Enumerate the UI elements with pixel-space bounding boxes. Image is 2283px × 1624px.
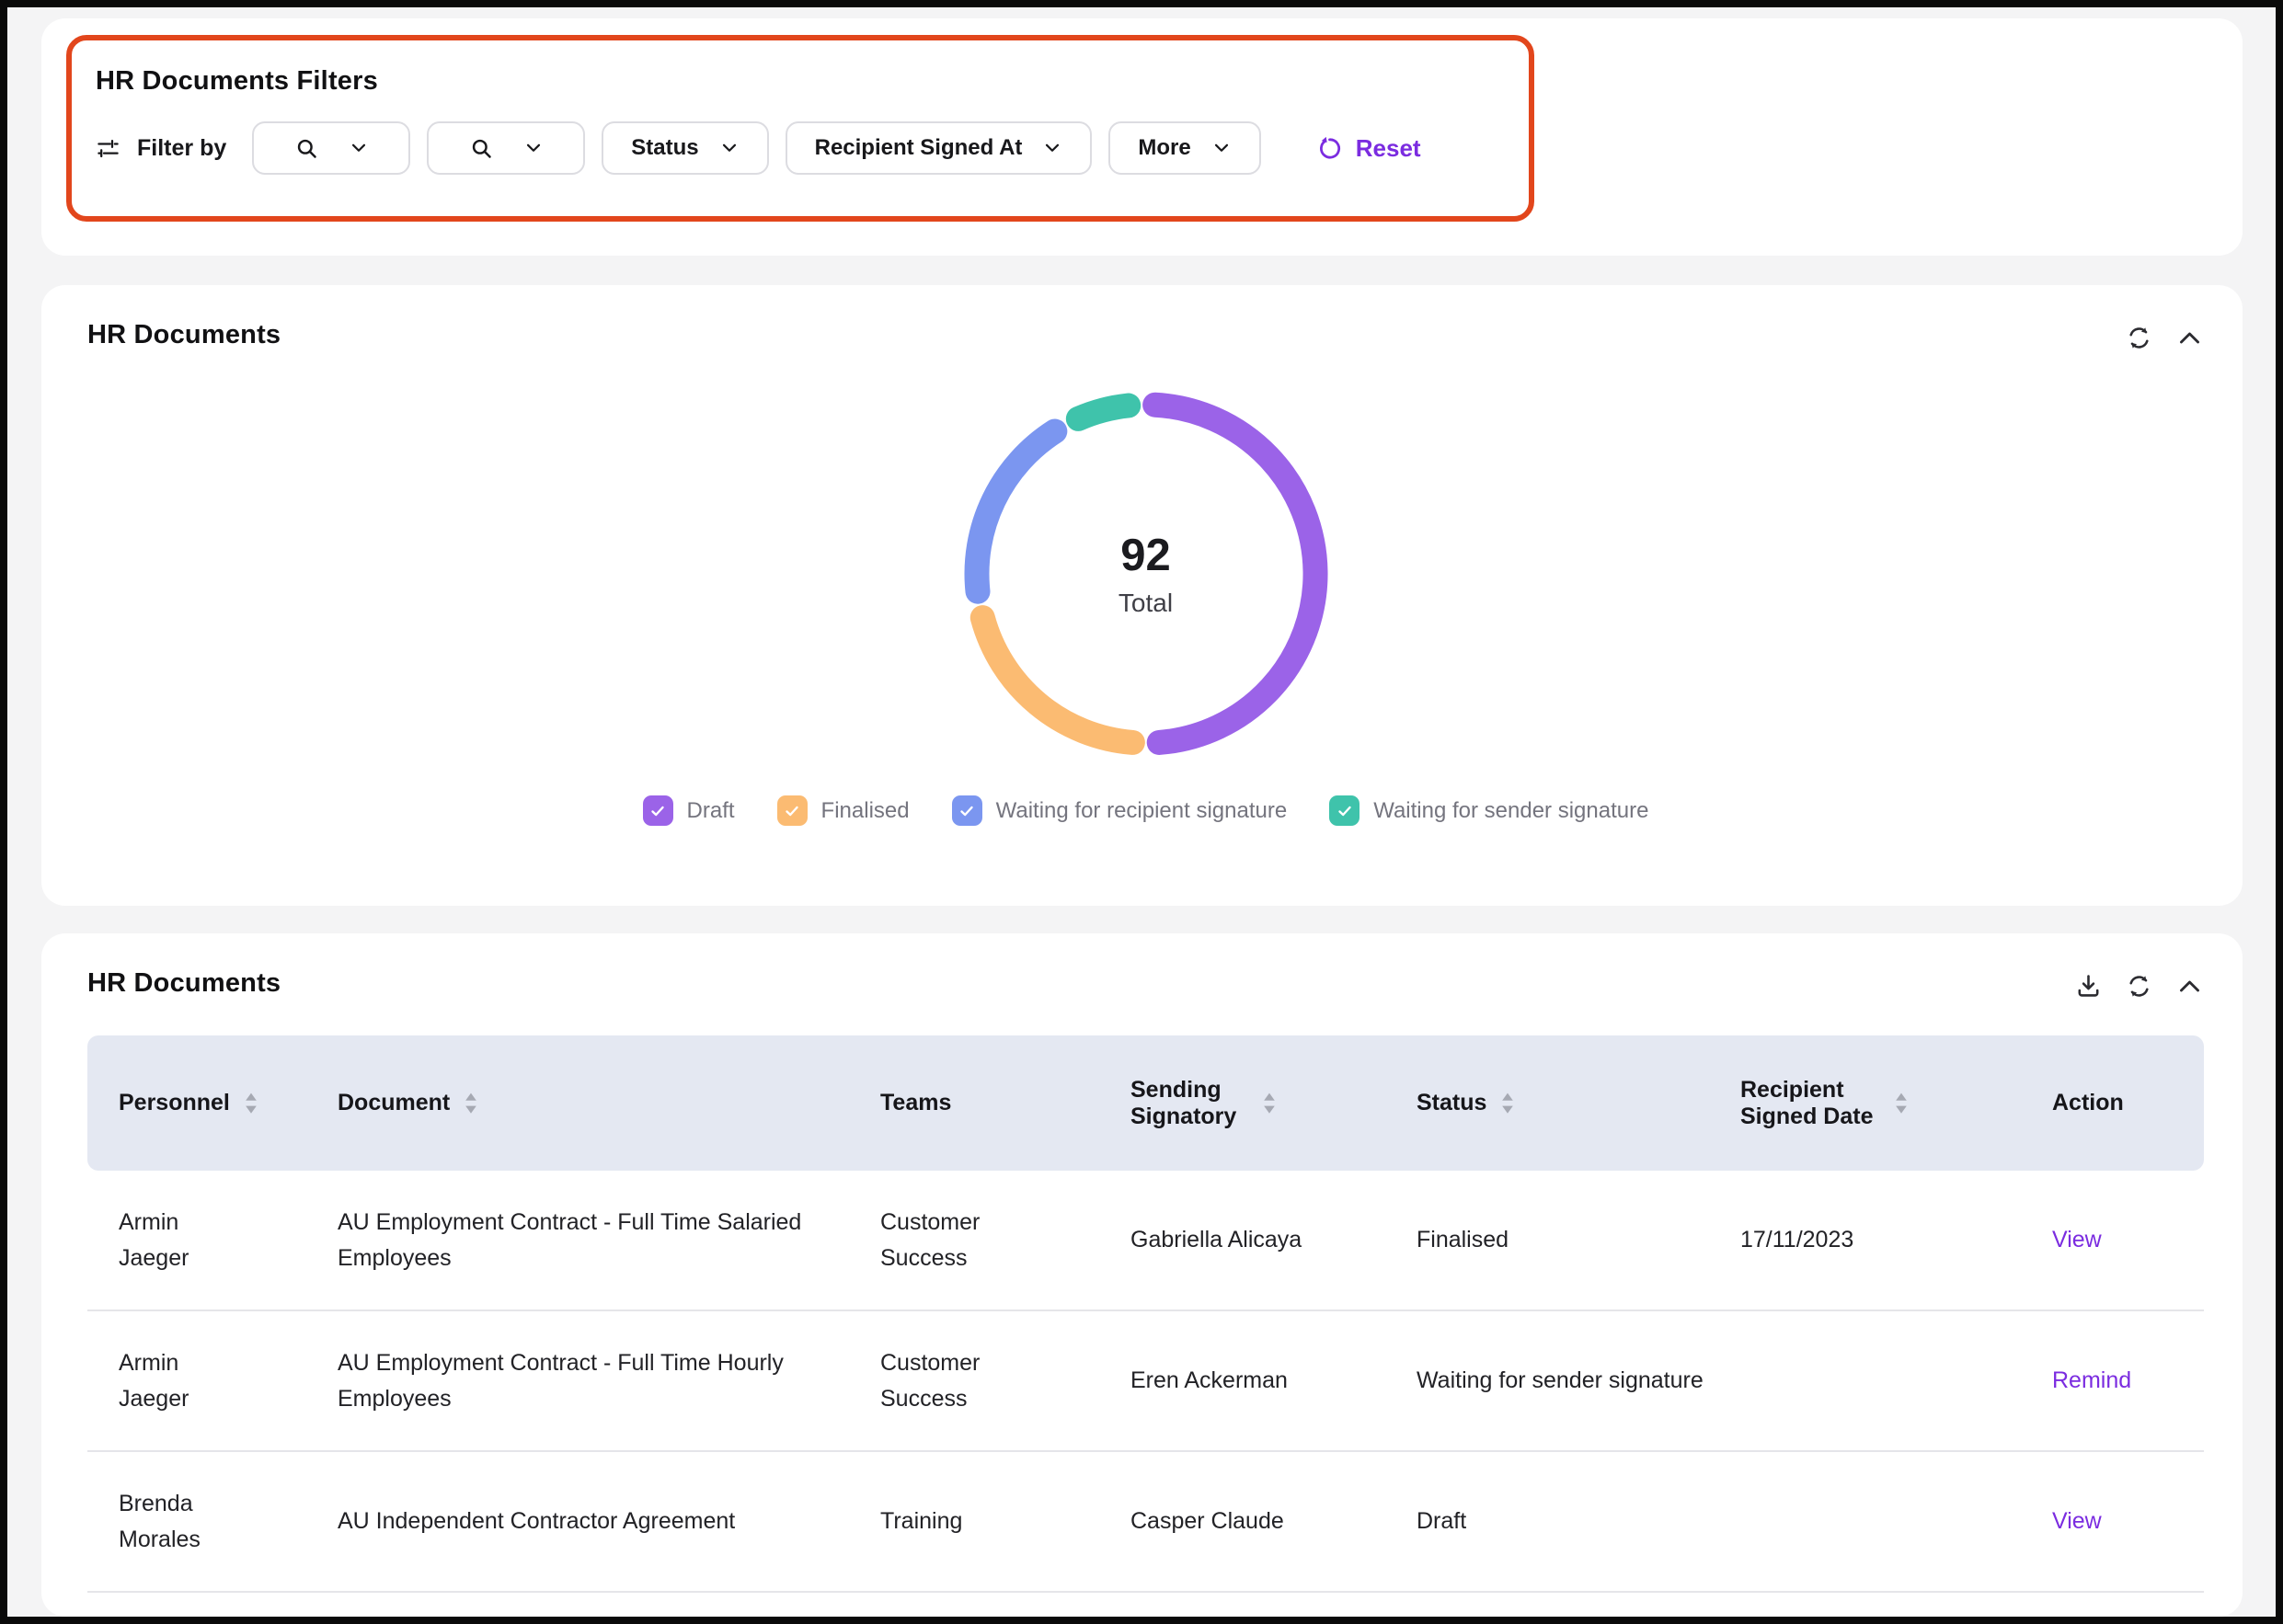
cell-sending-signatory: Eren Ackerman [1130, 1363, 1417, 1399]
reset-button[interactable]: Reset [1316, 134, 1421, 163]
legend-item-waiting-recipient[interactable]: Waiting for recipient signature [952, 795, 1288, 826]
filter-by-label: Filter by [137, 135, 226, 162]
reset-icon [1316, 135, 1343, 162]
column-header-sending-signatory[interactable]: Sending Signatory [1130, 1077, 1417, 1130]
checked-checkbox-icon [643, 795, 673, 826]
view-link[interactable]: View [2052, 1508, 2102, 1534]
search-icon [469, 136, 494, 161]
chevron-down-icon [1042, 138, 1062, 158]
chevron-down-icon [719, 138, 740, 158]
table-card: HR Documents [41, 933, 2243, 1617]
cell-teams: Customer Success [880, 1345, 1027, 1417]
filter-dropdown-search-2[interactable] [427, 121, 585, 175]
legend-label: Draft [687, 798, 735, 824]
donut-segment-draft[interactable] [1154, 405, 1314, 742]
chevron-down-icon [1211, 138, 1232, 158]
column-header-status[interactable]: Status [1417, 1090, 1740, 1116]
table-card-header: HR Documents [87, 968, 2204, 1001]
refresh-button[interactable] [2125, 324, 2153, 352]
column-header-document[interactable]: Document [338, 1090, 880, 1116]
refresh-icon [2125, 324, 2153, 352]
checked-checkbox-icon [952, 795, 982, 826]
donut-segment-waiting-for-recipient-signature[interactable] [977, 431, 1055, 591]
reset-label: Reset [1356, 134, 1421, 163]
chart-card: HR Documents [41, 285, 2243, 906]
filter-dropdown-search-1[interactable] [252, 121, 410, 175]
cell-document: AU Employment Contract - Full Time Salar… [338, 1205, 880, 1276]
donut-segment-finalised[interactable] [982, 618, 1132, 743]
filters-card: HR Documents Filters Filter by [41, 18, 2243, 256]
cell-document: AU Independent Contractor Agreement [338, 1504, 880, 1539]
cell-personnel: Brenda Morales [87, 1486, 267, 1558]
filters-highlight-box: HR Documents Filters Filter by [66, 35, 1534, 222]
checked-checkbox-icon [777, 795, 808, 826]
chevron-down-icon [349, 138, 369, 158]
table-header-row: Personnel Document Teams Sending Signato… [87, 1035, 2204, 1171]
app-frame: HR Documents Filters Filter by [0, 0, 2283, 1624]
recipient-signed-at-filter-button[interactable]: Recipient Signed At [786, 121, 1093, 175]
table-card-title: HR Documents [87, 968, 281, 999]
column-header-action: Action [2052, 1090, 2208, 1116]
cell-teams: Customer Success [880, 1205, 1027, 1276]
legend-label: Finalised [821, 798, 910, 824]
table-row: Armin Jaeger AU Employment Contract - Fu… [87, 1311, 2204, 1452]
remind-link[interactable]: Remind [2052, 1367, 2131, 1393]
cell-sending-signatory: Casper Claude [1130, 1504, 1417, 1539]
legend-item-waiting-sender[interactable]: Waiting for sender signature [1329, 795, 1648, 826]
legend-label: Waiting for recipient signature [996, 798, 1288, 824]
chart-card-header: HR Documents [87, 320, 2204, 352]
collapse-button[interactable] [2175, 324, 2204, 352]
chevron-up-icon [2175, 972, 2204, 1001]
checked-checkbox-icon [1329, 795, 1359, 826]
filters-row: Filter by [96, 121, 1529, 175]
sort-icon [245, 1092, 258, 1115]
cell-document: AU Employment Contract - Full Time Hourl… [338, 1345, 880, 1417]
chevron-up-icon [2175, 324, 2204, 352]
download-button[interactable] [2074, 972, 2103, 1001]
cell-sending-signatory: Gabriella Alicaya [1130, 1222, 1417, 1258]
filters-card-title: HR Documents Filters [96, 66, 1529, 97]
cell-recipient-signed-date: 17/11/2023 [1740, 1222, 2052, 1258]
refresh-icon [2125, 972, 2153, 1001]
column-header-recipient-signed-date[interactable]: Recipient Signed Date [1740, 1077, 2052, 1130]
cell-teams: Training [880, 1504, 1027, 1539]
donut-chart: 92 Total [948, 376, 1344, 772]
sort-icon [465, 1092, 477, 1115]
search-icon [294, 136, 319, 161]
download-icon [2074, 972, 2103, 1001]
table-row: Armin Jaeger AU Employment Contract - Fu… [87, 1171, 2204, 1311]
status-filter-label: Status [631, 135, 698, 161]
collapse-button[interactable] [2175, 972, 2204, 1001]
more-filter-button[interactable]: More [1108, 121, 1260, 175]
column-header-teams: Teams [880, 1090, 1130, 1116]
donut-segment-waiting-for-sender-signature[interactable] [1078, 406, 1128, 418]
page-background: HR Documents Filters Filter by [7, 7, 2276, 1617]
legend-label: Waiting for sender signature [1373, 798, 1648, 824]
status-filter-button[interactable]: Status [602, 121, 768, 175]
recipient-signed-at-filter-label: Recipient Signed At [815, 135, 1023, 161]
table-card-actions [2074, 972, 2204, 1001]
sliders-icon [96, 136, 120, 161]
more-filter-label: More [1138, 135, 1190, 161]
chart-card-title: HR Documents [87, 320, 281, 350]
chart-card-actions [2125, 324, 2204, 352]
column-header-personnel[interactable]: Personnel [87, 1090, 338, 1116]
legend-item-draft[interactable]: Draft [643, 795, 735, 826]
refresh-button[interactable] [2125, 972, 2153, 1001]
chevron-down-icon [523, 138, 544, 158]
table-body: Armin Jaeger AU Employment Contract - Fu… [87, 1171, 2204, 1593]
cell-status: Draft [1417, 1504, 1740, 1539]
chart-legend: Draft Finalised Waiting for recipient si… [87, 795, 2204, 826]
table-row: Brenda Morales AU Independent Contractor… [87, 1452, 2204, 1593]
sort-icon [1895, 1092, 1908, 1115]
sort-icon [1501, 1092, 1514, 1115]
view-link[interactable]: View [2052, 1227, 2102, 1252]
donut-svg [948, 376, 1344, 772]
cell-status: Waiting for sender signature [1417, 1363, 1740, 1399]
sort-icon [1263, 1092, 1276, 1115]
cell-status: Finalised [1417, 1222, 1740, 1258]
cell-personnel: Armin Jaeger [87, 1205, 267, 1276]
legend-item-finalised[interactable]: Finalised [777, 795, 910, 826]
cell-personnel: Armin Jaeger [87, 1345, 267, 1417]
